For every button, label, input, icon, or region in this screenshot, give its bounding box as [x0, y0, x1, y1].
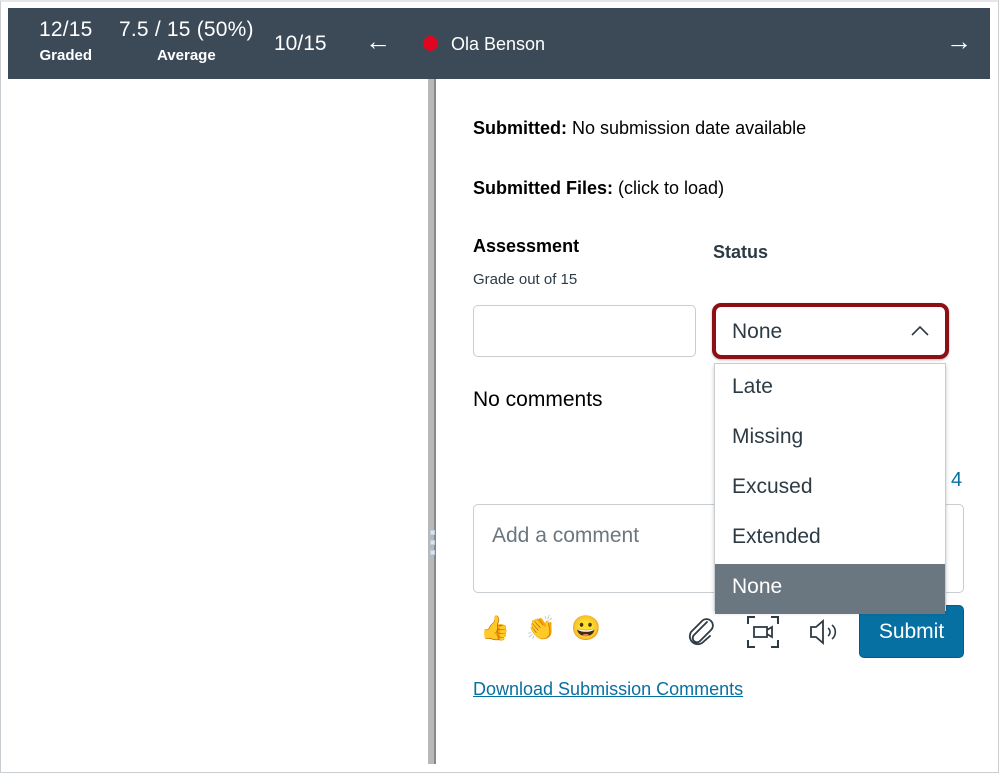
chevron-up-icon — [911, 325, 929, 336]
speedgrader-header: 12/15 Graded 7.5 / 15 (50%) Average 10/1… — [8, 8, 990, 79]
arrow-right-icon: → — [946, 26, 972, 56]
paperclip-icon[interactable] — [683, 614, 719, 650]
status-dot-icon — [423, 36, 438, 51]
grip-dot — [430, 550, 435, 555]
status-option-missing[interactable]: Missing — [715, 414, 945, 464]
status-option-none[interactable]: None — [715, 564, 945, 614]
media-record-icon[interactable] — [745, 614, 781, 650]
comment-count-fragment: 4 — [951, 469, 963, 491]
status-selected-value: None — [732, 320, 783, 343]
assessment-heading: Assessment — [473, 236, 580, 256]
submission-preview-pane — [8, 79, 428, 764]
previous-student-button[interactable]: ← — [365, 28, 391, 54]
grading-panel: Submitted: No submission date available … — [440, 79, 990, 764]
download-submission-comments-link[interactable]: Download Submission Comments — [473, 679, 743, 700]
student-position: 10/15 — [274, 32, 327, 55]
graded-stat: 12/15 Graded — [39, 18, 93, 64]
status-dropdown-menu: Late Missing Excused Extended None — [714, 363, 946, 614]
next-student-button[interactable]: → — [946, 28, 972, 54]
submitted-files-label: Submitted Files: — [473, 178, 614, 198]
submitted-label: Submitted: — [473, 118, 567, 138]
grip-dot — [430, 540, 435, 545]
submitted-value: No submission date available — [572, 118, 807, 138]
status-option-extended[interactable]: Extended — [715, 514, 945, 564]
grinning-emoji-button[interactable]: 😀 — [571, 614, 601, 643]
average-stat: 7.5 / 15 (50%) Average — [119, 18, 254, 64]
graded-label: Graded — [39, 47, 93, 64]
grip-dot — [430, 530, 435, 535]
pane-resize-handle[interactable] — [428, 79, 436, 764]
student-selector[interactable]: Ola Benson — [451, 34, 545, 55]
status-select[interactable]: None — [712, 303, 949, 359]
no-comments-text: No comments — [473, 388, 603, 411]
average-value: 7.5 / 15 (50%) — [119, 18, 254, 41]
clapping-emoji-button[interactable]: 👏 — [526, 614, 556, 643]
submitted-files-row: Submitted Files: (click to load) — [473, 178, 724, 199]
speaker-audio-icon[interactable] — [806, 614, 842, 650]
status-option-excused[interactable]: Excused — [715, 464, 945, 514]
comment-placeholder: Add a comment — [492, 524, 640, 547]
status-option-late[interactable]: Late — [715, 364, 945, 414]
load-files-link[interactable]: (click to load) — [618, 178, 724, 198]
status-heading: Status — [713, 242, 769, 262]
average-label: Average — [157, 47, 216, 64]
thumbs-up-emoji-button[interactable]: 👍 — [480, 614, 510, 643]
submitted-row: Submitted: No submission date available — [473, 118, 806, 139]
arrow-left-icon: ← — [365, 26, 391, 56]
graded-value: 12/15 — [39, 18, 93, 41]
grade-input[interactable] — [473, 305, 696, 357]
grade-out-of-label: Grade out of 15 — [473, 271, 578, 288]
